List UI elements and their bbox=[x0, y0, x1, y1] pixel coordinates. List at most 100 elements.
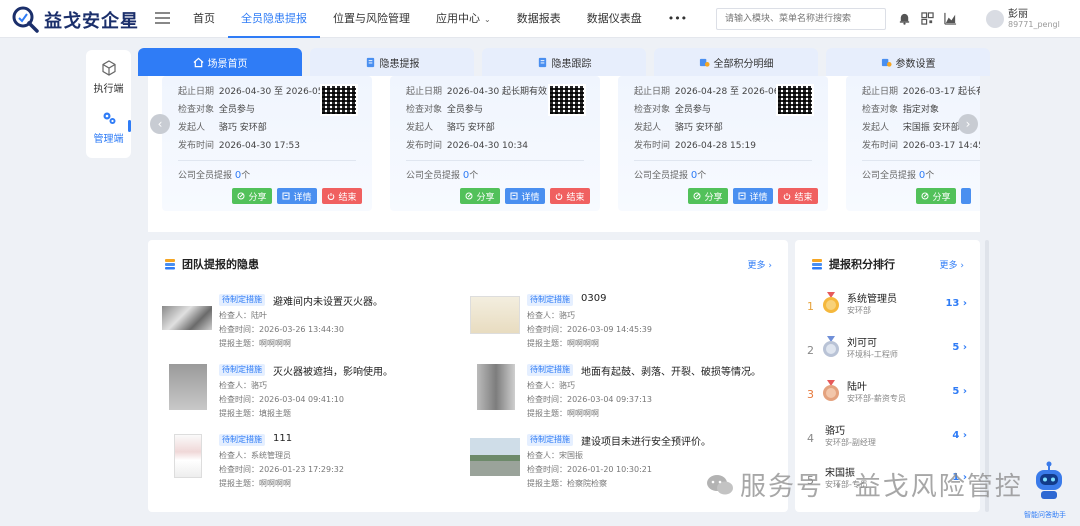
published-label: 发布时间 bbox=[862, 141, 899, 151]
hazard-inspector: 检查人：骆巧 bbox=[527, 310, 575, 321]
detail-label: 详情 bbox=[293, 192, 312, 203]
ranking-row[interactable]: 2 刘可可 环境科-工程师 5 › bbox=[807, 332, 967, 372]
target-value: 全员参与 bbox=[674, 105, 711, 115]
card-row-initiator: 发起人 骆巧 安环部 bbox=[178, 120, 267, 133]
hazard-item[interactable]: 待制定措施 111 检查人：系统管理员 检查时间：2026-01-23 17:2… bbox=[162, 433, 462, 496]
share-label: 分享 bbox=[476, 192, 495, 203]
inspector-label: 检查人： bbox=[219, 451, 251, 460]
initiator-value: 骆巧 安环部 bbox=[218, 123, 267, 133]
end-button[interactable]: 结束 bbox=[778, 188, 818, 204]
end-button[interactable]: 结束 bbox=[322, 188, 362, 204]
tab-scene-home[interactable]: 场景首页 bbox=[138, 48, 302, 76]
search-input[interactable] bbox=[716, 8, 886, 30]
hazard-time: 检查时间：2026-01-20 10:30:21 bbox=[527, 464, 652, 475]
detail-button[interactable]: 详情 bbox=[277, 188, 317, 204]
ranking-row[interactable]: 1 系统管理员 安环部 13 › bbox=[807, 288, 967, 328]
topic-value: 检察院检察 bbox=[567, 479, 607, 488]
nav-location-risk[interactable]: 位置与风险管理 bbox=[320, 0, 423, 38]
share-button[interactable]: 分享 bbox=[916, 188, 956, 204]
hazard-title[interactable]: 0309 bbox=[581, 293, 606, 304]
topic-label: 提报主题： bbox=[527, 479, 567, 488]
time-label: 检查时间： bbox=[527, 395, 567, 404]
menu-toggle-icon[interactable] bbox=[155, 12, 170, 25]
hazard-topic: 提报主题：填报主题 bbox=[219, 408, 291, 419]
detail-button[interactable]: 详情 bbox=[505, 188, 545, 204]
hazard-inspector: 检查人：系统管理员 bbox=[219, 450, 291, 461]
assistant-label[interactable]: 智能问答助手 bbox=[1024, 510, 1066, 520]
nav-home[interactable]: 首页 bbox=[180, 0, 228, 38]
top-icons bbox=[898, 12, 957, 25]
share-label: 分享 bbox=[932, 192, 951, 203]
inspector-value: 系统管理员 bbox=[251, 451, 291, 460]
qrcode-image[interactable] bbox=[548, 84, 586, 116]
tab-settings[interactable]: 参数设置 bbox=[826, 48, 990, 76]
hazard-title[interactable]: 避难间内未设置灭火器。 bbox=[273, 293, 383, 308]
qrcode-image[interactable] bbox=[776, 84, 814, 116]
chart-icon[interactable] bbox=[944, 12, 957, 25]
hazard-title[interactable]: 建设项目未进行安全预评价。 bbox=[581, 433, 711, 448]
tab-hazard-report[interactable]: 隐患提报 bbox=[310, 48, 474, 76]
time-value: 2026-01-20 10:30:21 bbox=[567, 465, 652, 474]
ranking-row[interactable]: 4 骆巧 安环部-副经理 4 › bbox=[807, 420, 967, 460]
hazard-time: 检查时间：2026-01-23 17:29:32 bbox=[219, 464, 344, 475]
share-button[interactable]: 分享 bbox=[688, 188, 728, 204]
share-button[interactable]: 分享 bbox=[232, 188, 272, 204]
published-value: 2026-04-28 15:19 bbox=[674, 141, 756, 151]
carousel-next-button[interactable]: › bbox=[958, 114, 978, 134]
rail-executor[interactable]: 执行端 bbox=[86, 60, 131, 95]
rank-number: 2 bbox=[807, 344, 814, 357]
carousel-prev-button[interactable]: ‹ bbox=[150, 114, 170, 134]
avatar[interactable] bbox=[986, 10, 1004, 28]
hazard-thumbnail[interactable] bbox=[470, 296, 520, 334]
hazard-thumbnail[interactable] bbox=[162, 306, 212, 330]
target-value: 全员参与 bbox=[446, 105, 483, 115]
nav-more[interactable]: ••• bbox=[655, 0, 700, 38]
deadline-value: 2026-04-30 起长期有效 bbox=[446, 87, 548, 97]
time-value: 2026-01-23 17:29:32 bbox=[259, 465, 344, 474]
points-icon bbox=[699, 58, 710, 67]
hazard-thumbnail[interactable] bbox=[169, 364, 207, 410]
detail-label: 详情 bbox=[749, 192, 768, 203]
hazard-thumbnail[interactable] bbox=[477, 364, 515, 410]
chevron-right-icon: › bbox=[965, 117, 971, 131]
tab-hazard-tracking[interactable]: 隐患跟踪 bbox=[482, 48, 646, 76]
detail-icon bbox=[738, 192, 746, 200]
nav-dashboard[interactable]: 数据仪表盘 bbox=[574, 0, 655, 38]
tab-points-detail[interactable]: 全部积分明细 bbox=[654, 48, 818, 76]
divider bbox=[178, 160, 356, 161]
nav-reports[interactable]: 数据报表 bbox=[504, 0, 574, 38]
hazard-thumbnail[interactable] bbox=[174, 434, 202, 478]
team-hazards-panel: 团队提报的隐患 更多 › 待制定措施 避难间内未设置灭火器。 检查人：陆叶 检查… bbox=[148, 240, 788, 512]
share-icon bbox=[693, 192, 701, 200]
detail-button[interactable] bbox=[961, 188, 971, 204]
card-row-initiator: 发起人 宋国振 安环部 bbox=[862, 120, 960, 133]
nav-app-center[interactable]: 应用中心 ⌄ bbox=[423, 0, 504, 38]
hazard-item[interactable]: 待制定措施 地面有起鼓、剥落、开裂、破损等情况。 检查人：骆巧 检查时间：202… bbox=[470, 364, 770, 426]
hazard-item[interactable]: 待制定措施 灭火器被遮挡，影响使用。 检查人：骆巧 检查时间：2026-03-0… bbox=[162, 364, 462, 426]
hazard-title[interactable]: 灭火器被遮挡，影响使用。 bbox=[273, 363, 393, 378]
hazard-item[interactable]: 待制定措施 避难间内未设置灭火器。 检查人：陆叶 检查时间：2026-03-26… bbox=[162, 294, 462, 356]
bell-icon[interactable] bbox=[898, 12, 911, 25]
hazard-item[interactable]: 待制定措施 0309 检查人：骆巧 检查时间：2026-03-09 14:45:… bbox=[470, 293, 770, 356]
nav-hazard-report[interactable]: 全员隐患提报 bbox=[228, 0, 320, 38]
ranking-row[interactable]: 3 陆叶 安环部-薪资专员 5 › bbox=[807, 376, 967, 416]
rank-number: 4 bbox=[807, 432, 814, 445]
qrcode-icon[interactable] bbox=[921, 12, 934, 25]
hazard-thumbnail[interactable] bbox=[470, 438, 520, 476]
rail-manager[interactable]: 管理端 bbox=[86, 110, 131, 145]
ranking-more-link[interactable]: 更多 › bbox=[940, 258, 965, 271]
published-value: 2026-03-17 14:45 bbox=[902, 141, 980, 151]
end-button[interactable]: 结束 bbox=[550, 188, 590, 204]
detail-button[interactable]: 详情 bbox=[733, 188, 773, 204]
time-label: 检查时间： bbox=[219, 325, 259, 334]
share-button[interactable]: 分享 bbox=[460, 188, 500, 204]
team-hazards-title: 团队提报的隐患 bbox=[164, 256, 259, 272]
power-icon bbox=[328, 193, 335, 200]
hazard-title[interactable]: 111 bbox=[273, 433, 292, 444]
team-hazards-more-link[interactable]: 更多 › bbox=[748, 258, 773, 271]
user-name[interactable]: 彭丽 bbox=[1008, 5, 1028, 20]
assistant-robot-icon[interactable] bbox=[1032, 460, 1066, 500]
qrcode-image[interactable] bbox=[320, 84, 358, 116]
hazard-title[interactable]: 地面有起鼓、剥落、开裂、破损等情况。 bbox=[581, 363, 761, 378]
inspector-label: 检查人： bbox=[219, 381, 251, 390]
